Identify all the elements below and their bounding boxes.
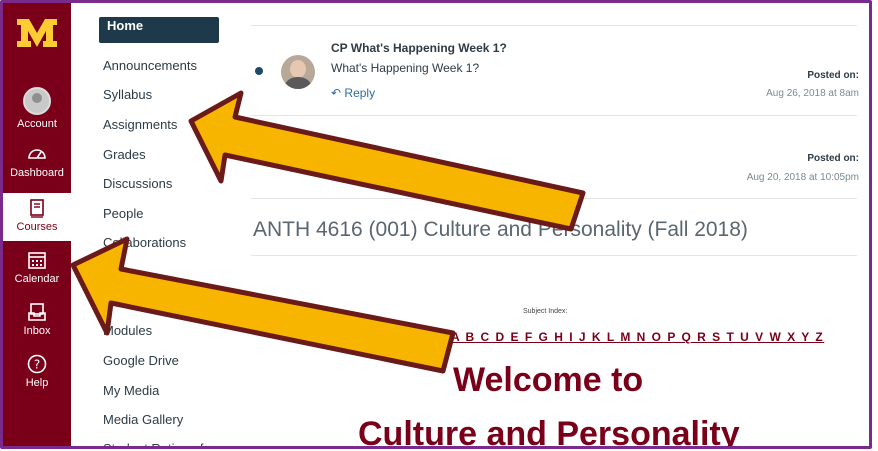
nav-account[interactable]: Account xyxy=(3,87,71,130)
course-nav-modules[interactable]: Modules xyxy=(103,323,152,338)
divider xyxy=(251,115,857,116)
dashboard-gauge-icon xyxy=(28,149,46,159)
nav-calendar[interactable]: Calendar xyxy=(3,249,71,285)
nav-courses-label: Courses xyxy=(16,221,58,233)
course-nav-my-media[interactable]: My Media xyxy=(103,383,159,398)
course-nav-grades[interactable]: Grades xyxy=(103,147,146,162)
nav-calendar-label: Calendar xyxy=(14,273,60,285)
course-home-content: CP What's Happening Week 1? What's Happe… xyxy=(243,3,869,446)
course-nav-google-drive[interactable]: Google Drive xyxy=(103,353,179,368)
nav-inbox-label: Inbox xyxy=(23,325,51,337)
reply-link[interactable]: ↶ Reply xyxy=(331,86,375,100)
divider xyxy=(251,25,857,26)
announcement-title[interactable]: CP What's Happening Week 1? xyxy=(331,41,507,55)
inbox-icon xyxy=(28,303,46,321)
subject-index-label: Subject Index: xyxy=(523,308,568,315)
reply-label: Reply xyxy=(344,86,376,100)
calendar-icon xyxy=(28,252,46,269)
posted-date: Aug 20, 2018 at 10:05pm xyxy=(746,172,859,183)
posted-date: Aug 26, 2018 at 8am xyxy=(766,88,859,99)
courses-book-icon xyxy=(30,199,44,218)
unread-dot-icon xyxy=(255,67,263,75)
welcome-course-heading: Culture and Personality xyxy=(358,415,740,449)
course-nav-collaborations[interactable]: Collaborations xyxy=(103,235,186,250)
announcement-preview: What's Happening Week 1? xyxy=(331,61,480,75)
nav-dashboard-label: Dashboard xyxy=(10,167,64,179)
course-nav-media-gallery[interactable]: Media Gallery xyxy=(103,412,183,427)
course-nav-discussions[interactable]: Discussions xyxy=(103,176,172,191)
course-nav-quizzes[interactable]: Quizzes xyxy=(103,294,150,309)
course-nav-announcements[interactable]: Announcements xyxy=(103,58,197,73)
author-avatar[interactable] xyxy=(281,55,315,89)
nav-dashboard[interactable]: Dashboard xyxy=(3,143,71,179)
browser-frame: Account Dashboard Courses Calendar Inbox… xyxy=(0,0,872,449)
nav-courses[interactable]: Courses xyxy=(3,193,71,241)
divider xyxy=(251,255,857,256)
nav-help-label: Help xyxy=(25,377,49,389)
divider xyxy=(251,198,857,199)
reply-arrow-icon: ↶ xyxy=(331,86,342,100)
course-nav-syllabus[interactable]: Syllabus xyxy=(103,87,152,102)
nav-inbox[interactable]: Inbox xyxy=(3,301,71,337)
account-avatar-icon xyxy=(23,87,51,115)
course-nav-assignments[interactable]: Assignments xyxy=(103,117,177,132)
posted-on-label: Posted on: xyxy=(807,153,859,164)
welcome-heading: Welcome to xyxy=(453,361,644,399)
posted-on-label: Posted on: xyxy=(807,70,859,81)
course-nav-home[interactable]: Home xyxy=(99,17,219,43)
course-title: ANTH 4616 (001) Culture and Personality … xyxy=(253,218,748,241)
course-nav-student-rating[interactable]: Student Rating of xyxy=(103,441,203,446)
nav-account-label: Account xyxy=(17,118,57,130)
help-icon: ? xyxy=(27,354,47,374)
subject-index-links[interactable]: A B C D E F G H I J K L M N O P Q R S T … xyxy=(451,330,824,344)
svg-text:?: ? xyxy=(34,358,40,372)
university-m-logo[interactable] xyxy=(15,13,59,53)
course-nav: Home Announcements Syllabus Assignments … xyxy=(71,3,231,446)
nav-help[interactable]: ? Help xyxy=(3,353,71,389)
course-nav-people[interactable]: People xyxy=(103,206,143,221)
global-nav: Account Dashboard Courses Calendar Inbox… xyxy=(3,3,71,446)
